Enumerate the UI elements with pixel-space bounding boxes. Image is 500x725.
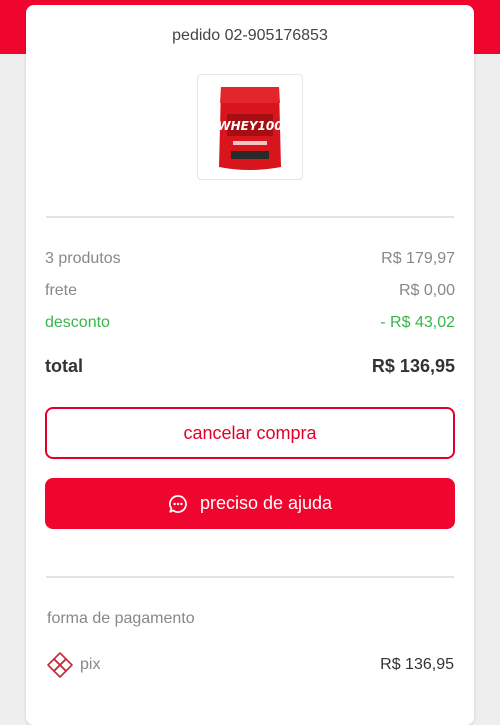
help-button[interactable]: preciso de ajuda [45,478,455,529]
whey-bag-image: WHEY100 [217,87,283,170]
payment-method-label: pix [80,656,101,673]
chat-bubble-icon [168,494,188,514]
summary-shipping-row: frete R$ 0,00 [45,282,455,300]
discount-value: - R$ 43,02 [380,314,455,331]
help-label: preciso de ajuda [199,493,333,513]
payment-amount: R$ 136,95 [380,656,454,673]
summary-discount-row: desconto - R$ 43,02 [45,314,455,332]
divider [46,576,454,578]
product-thumbnail[interactable]: WHEY100 [197,74,303,180]
pix-icon [46,651,74,679]
order-card: pedido 02-905176853 WHEY100 3 produtos R… [26,5,474,725]
shipping-label: frete [45,282,78,299]
cancel-order-button[interactable]: cancelar compra [45,407,455,459]
payment-method-row: pix R$ 136,95 [46,650,454,680]
discount-label: desconto [45,314,110,331]
payment-section-label: forma de pagamento [47,610,195,627]
order-number: pedido 02-905176853 [172,27,328,44]
shipping-value: R$ 0,00 [398,282,455,299]
cancel-order-label: cancelar compra [183,422,317,443]
products-value: R$ 179,97 [381,250,455,267]
divider [46,216,454,218]
summary-total-row: total R$ 136,95 [45,356,455,377]
products-label: 3 produtos [45,250,121,267]
total-label: total [45,356,83,376]
total-value: R$ 136,95 [371,356,455,376]
product-brand-text: WHEY100 [217,119,282,133]
summary-products-row: 3 produtos R$ 179,97 [45,250,455,268]
